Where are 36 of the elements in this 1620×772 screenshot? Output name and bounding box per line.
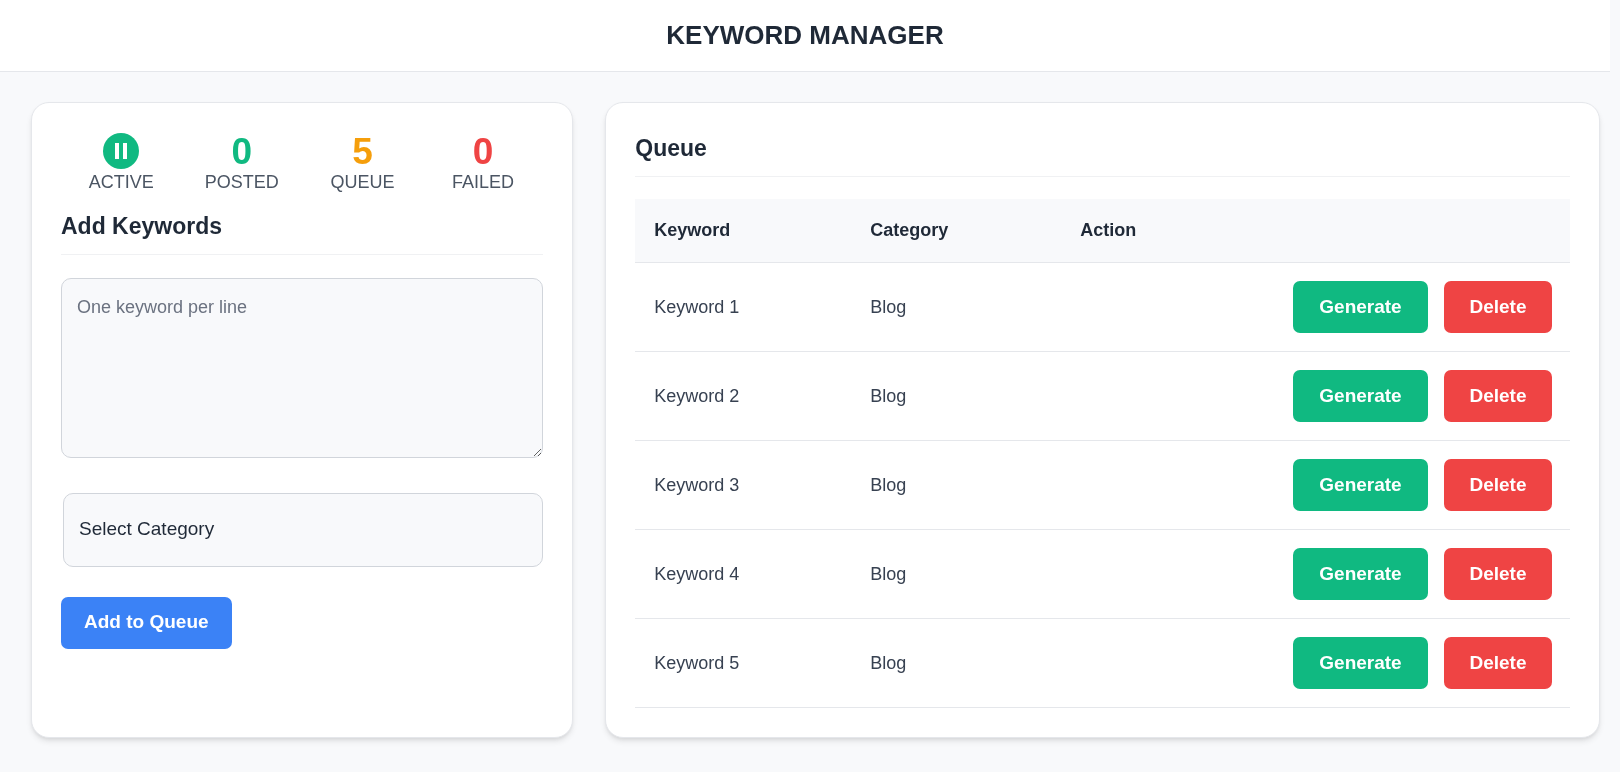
stat-value: 0 (231, 135, 253, 169)
delete-button[interactable]: Delete (1444, 281, 1552, 333)
table-cell: Keyword 1 (654, 296, 740, 317)
stat-label: POSTED (204, 171, 279, 193)
table-cell: Blog (870, 296, 907, 317)
section-title: Queue (635, 131, 1570, 177)
stat-label: ACTIVE (88, 171, 154, 193)
stat-label: FAILED (452, 171, 515, 193)
table-cell: Blog (870, 652, 907, 673)
stat-label: QUEUE (330, 171, 395, 193)
table-cell: Blog (870, 385, 907, 406)
table-cell: Keyword 4 (654, 563, 740, 584)
add-to-queue-button[interactable]: Add to Queue (61, 596, 232, 649)
stat-value: 5 (352, 135, 373, 169)
generate-button[interactable]: Generate (1293, 459, 1428, 511)
table-cell: Keyword 3 (654, 474, 740, 495)
stat-value: 0 (472, 135, 494, 169)
table-cell: Keyword 5 (654, 652, 740, 673)
column-header: Keyword (654, 219, 731, 240)
category-select[interactable]: Select Category (63, 492, 544, 567)
section-title: Add Keywords (61, 209, 544, 255)
column-header: Category (870, 219, 949, 240)
delete-button[interactable]: Delete (1444, 459, 1552, 511)
generate-button[interactable]: Generate (1293, 281, 1428, 333)
table-cell: Blog (870, 563, 907, 584)
generate-button[interactable]: Generate (1293, 548, 1428, 600)
column-header: Action (1080, 219, 1137, 240)
table-cell: Blog (870, 474, 907, 495)
delete-button[interactable]: Delete (1444, 370, 1552, 422)
delete-button[interactable]: Delete (1444, 637, 1552, 689)
generate-button[interactable]: Generate (1293, 370, 1428, 422)
table-cell: Keyword 2 (654, 385, 740, 406)
delete-button[interactable]: Delete (1444, 548, 1552, 600)
keywords-field[interactable]: One keyword per line (61, 277, 544, 458)
page-title: KEYWORD MANAGER (666, 19, 944, 52)
generate-button[interactable]: Generate (1293, 637, 1428, 689)
